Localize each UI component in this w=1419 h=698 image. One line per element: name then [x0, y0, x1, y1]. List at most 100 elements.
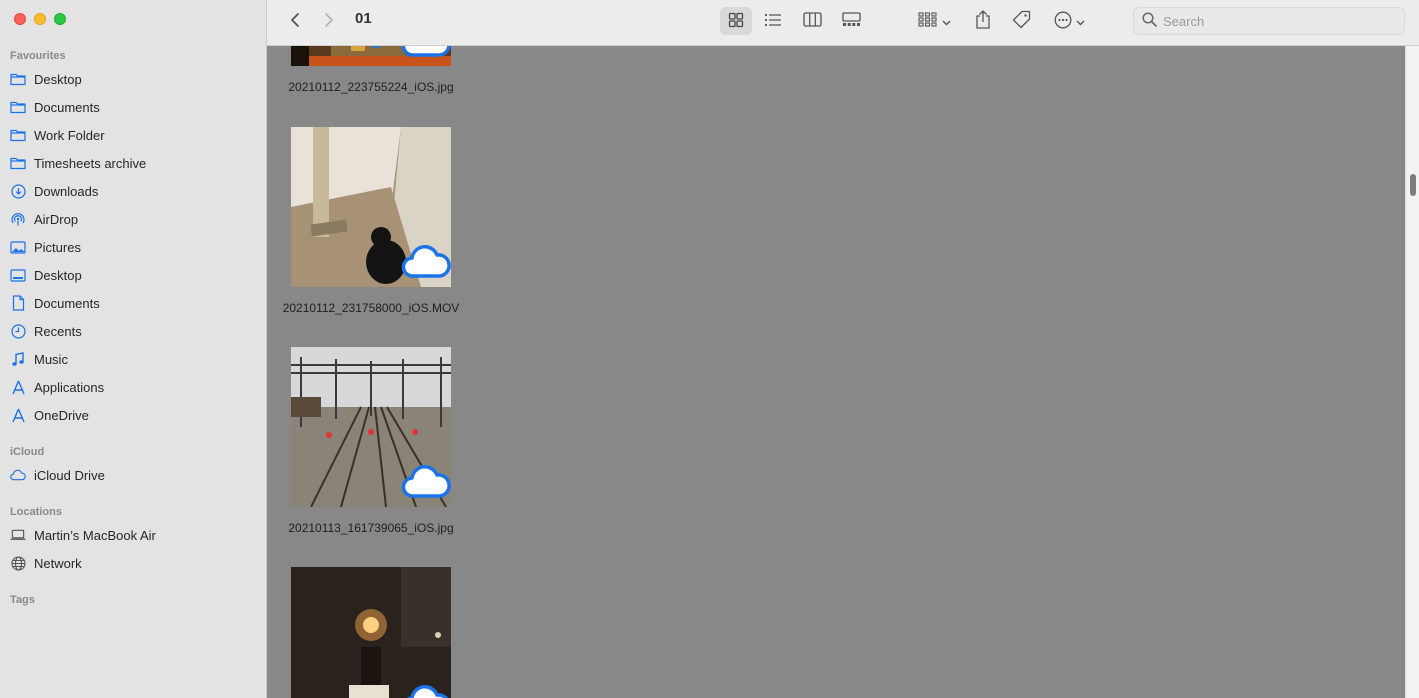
search-field[interactable] [1133, 7, 1405, 35]
icon-view-button[interactable] [720, 7, 752, 35]
music-icon [10, 351, 26, 367]
chevron-right-icon [324, 12, 334, 31]
folder-icon [10, 127, 26, 143]
sidebar-item-airdrop[interactable]: AirDrop [10, 207, 258, 231]
tag-icon [1012, 10, 1031, 32]
ellipsis-circle-icon [1054, 11, 1072, 32]
group-by-button[interactable] [912, 7, 956, 35]
sidebar-item-label: Pictures [34, 239, 81, 255]
gallery-icon [841, 12, 861, 30]
folder-icon [10, 71, 26, 87]
sidebar-item-label: Downloads [34, 183, 99, 199]
chevron-left-icon [290, 12, 300, 31]
sidebar-item-label: Documents [34, 295, 100, 311]
sidebar-item-label: Work Folder [34, 127, 105, 143]
sidebar-item-onedrive[interactable]: OneDrive [10, 403, 258, 427]
cloud-icon [401, 460, 451, 503]
desktop-icon [10, 267, 26, 283]
more-actions-button[interactable] [1049, 7, 1089, 35]
file-item[interactable]: 20210112_223755224_iOS.jpg [279, 46, 463, 96]
file-name: 20210112_223755224_iOS.jpg [288, 80, 454, 94]
sidebar-item-music[interactable]: Music [10, 347, 258, 371]
back-button[interactable] [283, 7, 307, 35]
chevron-down-icon [1076, 14, 1085, 29]
sidebar-item-downloads[interactable]: Downloads [10, 179, 258, 203]
pictures-icon [10, 239, 26, 255]
vertical-scrollbar[interactable] [1405, 46, 1419, 698]
columns-icon [802, 12, 822, 30]
sidebar-item-label: Documents [34, 99, 100, 115]
downloads-icon [10, 183, 26, 199]
chevron-down-icon [942, 14, 951, 29]
section-title-tags: Tags [10, 594, 35, 606]
cloud-icon [401, 240, 451, 283]
sidebar-item-label: OneDrive [34, 407, 89, 423]
section-title-locations: Locations [10, 506, 62, 518]
sidebar-item-documents[interactable]: Documents [10, 95, 258, 119]
sidebar-item-label: Network [34, 555, 82, 571]
tag-button[interactable] [1006, 7, 1036, 35]
toolbar: 01 [267, 0, 1419, 46]
sidebar-item-label: Desktop [34, 71, 82, 87]
sidebar-item-pictures[interactable]: Pictures [10, 235, 258, 259]
folder-icon [10, 155, 26, 171]
file-thumbnail [291, 347, 451, 507]
file-item[interactable] [279, 567, 463, 698]
file-thumbnail [291, 567, 451, 698]
group-grid-icon [917, 12, 938, 30]
gallery-view-button[interactable] [834, 7, 868, 35]
cloud-icon [401, 46, 451, 62]
scrollbar-thumb[interactable] [1410, 174, 1416, 196]
file-name: 20210112_231758000_iOS.MOV [282, 301, 460, 315]
sidebar-item-macbook-air[interactable]: Martin’s MacBook Air [10, 523, 258, 547]
list-icon [764, 13, 782, 30]
column-view-button[interactable] [796, 7, 828, 35]
sidebar-item-label: Desktop [34, 267, 82, 283]
share-icon [975, 10, 991, 32]
sidebar-item-label: Timesheets archive [34, 155, 147, 171]
search-input[interactable] [1163, 13, 1393, 29]
sidebar-item-work-folder[interactable]: Work Folder [10, 123, 258, 147]
applications-icon [10, 407, 26, 423]
close-window-button[interactable] [14, 13, 26, 25]
list-view-button[interactable] [757, 7, 789, 35]
sidebar-item-label: Martin’s MacBook Air [34, 527, 156, 543]
sidebar-item-documents-2[interactable]: Documents [10, 291, 258, 315]
sidebar-item-label: Recents [34, 323, 82, 339]
share-button[interactable] [968, 7, 998, 35]
clock-icon [10, 323, 26, 339]
sidebar-item-network[interactable]: Network [10, 551, 258, 575]
sidebar-item-icloud-drive[interactable]: iCloud Drive [10, 463, 258, 487]
sidebar-item-recents[interactable]: Recents [10, 319, 258, 343]
sidebar-item-label: Applications [34, 379, 105, 395]
document-icon [10, 295, 26, 311]
sidebar-item-desktop-2[interactable]: Desktop [10, 263, 258, 287]
globe-icon [10, 555, 26, 571]
file-thumbnail [291, 46, 451, 66]
file-item[interactable]: 20210113_161739065_iOS.jpg [279, 347, 463, 537]
sidebar-item-applications[interactable]: Applications [10, 375, 258, 399]
window-controls [14, 13, 66, 25]
applications-icon [10, 379, 26, 395]
file-name: 20210113_161739065_iOS.jpg [288, 521, 454, 535]
cloud-icon [401, 680, 451, 698]
sidebar-item-label: AirDrop [34, 211, 79, 227]
folder-icon [10, 99, 26, 115]
search-icon [1142, 12, 1157, 30]
sidebar: Favourites Desktop Documents Work Folder… [0, 0, 267, 698]
airdrop-icon [10, 211, 26, 227]
file-browser-content: 20210112_223755224_iOS.jpg 20210112_2317… [267, 46, 1405, 698]
laptop-icon [10, 527, 26, 543]
sidebar-item-desktop[interactable]: Desktop [10, 67, 258, 91]
file-item[interactable]: 20210112_231758000_iOS.MOV [279, 127, 463, 332]
sidebar-item-label: Music [34, 351, 68, 367]
maximize-window-button[interactable] [54, 13, 66, 25]
sidebar-item-timesheets-archive[interactable]: Timesheets archive [10, 151, 258, 175]
forward-button[interactable] [317, 7, 341, 35]
section-title-favourites: Favourites [10, 50, 66, 62]
section-title-icloud: iCloud [10, 446, 45, 458]
minimize-window-button[interactable] [34, 13, 46, 25]
file-thumbnail [291, 127, 451, 287]
window-title: 01 [355, 10, 372, 27]
cloud-icon [10, 467, 26, 483]
